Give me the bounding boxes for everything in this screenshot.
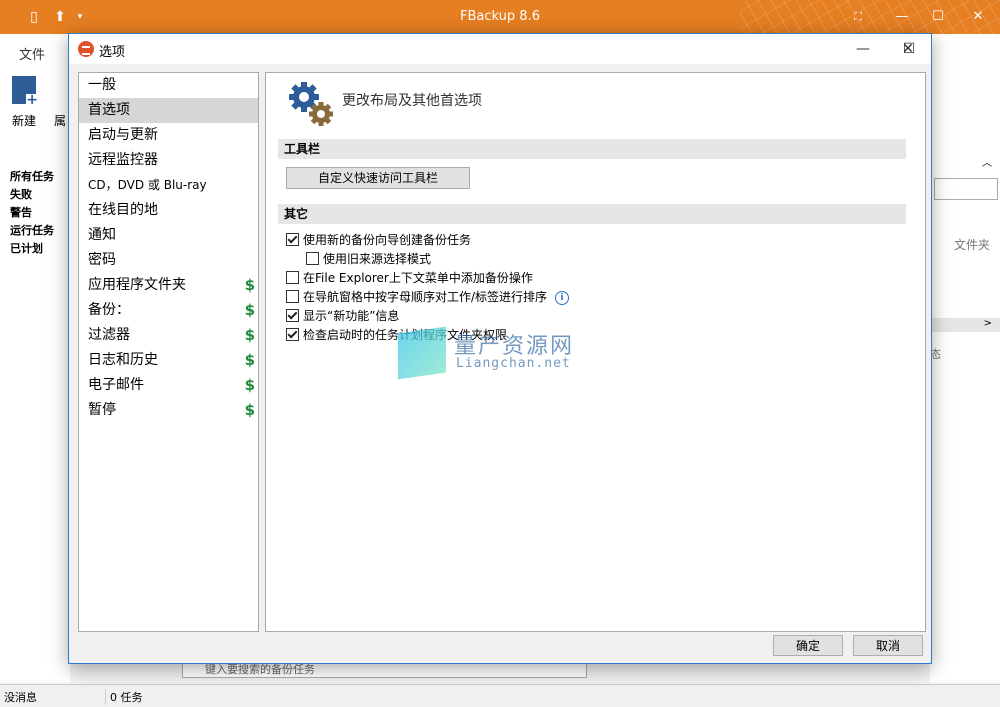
app-logo-icon [78, 41, 94, 57]
options-nav-list: 一般首选项启动与更新远程监控器 CD，DVD 或 Blu-ray 在线目的地通知密码… [78, 72, 259, 632]
option-explorer-menu-label: 在File Explorer上下文菜单中添加备份操作 [303, 271, 533, 285]
checkbox-whats-new[interactable] [286, 309, 299, 322]
filter-warnings[interactable]: 警告 [0, 204, 70, 222]
nav-item-6[interactable]: 通知 [79, 223, 258, 248]
right-panel: ︿ 文件夹 > 态 [930, 158, 1000, 683]
option-explorer-menu[interactable]: 在File Explorer上下文菜单中添加备份操作 [286, 269, 533, 287]
nav-item-11[interactable]: 日志和历史 $ [79, 348, 258, 373]
nav-item-label: 过滤器 [88, 327, 130, 343]
ok-button[interactable]: 确定 [773, 635, 843, 656]
column-folder: 文件夹 [954, 238, 991, 252]
properties-label[interactable]: 属 [54, 112, 66, 129]
right-scroll-row[interactable]: > [930, 318, 1000, 332]
main-titlebar: ▯ ⬆ ▾ FBackup 8.6 ⛶ — ☐ ✕ [0, 0, 1000, 34]
watermark-url: Liangchan.net [456, 356, 571, 371]
nav-item-label: 远程监控器 [88, 152, 158, 168]
option-new-wizard[interactable]: 使用新的备份向导创建备份任务 [286, 231, 471, 249]
checkbox-scheduler-permissions[interactable] [286, 328, 299, 341]
option-sort-alpha-label: 在导航窗格中按字母顺序对工作/标签进行排序 [303, 290, 548, 304]
option-new-wizard-label: 使用新的备份向导创建备份任务 [303, 233, 472, 247]
dialog-minimize-button[interactable]: — [840, 34, 886, 64]
dialog-titlebar: 选项 — ☐ [69, 34, 931, 64]
new-backup-icon[interactable] [12, 76, 38, 106]
watermark-logo-icon [398, 326, 446, 380]
nav-item-8[interactable]: 应用程序文件夹 $ [79, 273, 258, 298]
dialog-title: 选项 [99, 45, 126, 60]
status-task-count: 0 任务 [105, 689, 143, 705]
nav-item-2[interactable]: 启动与更新 [79, 123, 258, 148]
nav-item-label: 暂停 [88, 402, 116, 418]
nav-item-12[interactable]: 电子邮件 $ [79, 373, 258, 398]
status-bar: 没消息 0 任务 [0, 684, 1000, 707]
nav-item-label: 通知 [88, 227, 116, 243]
nav-item-label: 电子邮件 [88, 377, 144, 393]
option-whats-new[interactable]: 显示“新功能”信息 [286, 307, 399, 325]
option-sort-alpha[interactable]: 在导航窗格中按字母顺序对工作/标签进行排序 i [286, 288, 570, 306]
dollar-icon: $ [244, 376, 255, 394]
dollar-icon: $ [244, 276, 255, 294]
checkbox-legacy-source[interactable] [306, 252, 319, 265]
cancel-button[interactable]: 取消 [853, 635, 923, 656]
filter-scheduled[interactable]: 已计划 [0, 240, 70, 258]
nav-item-5[interactable]: 在线目的地 [79, 198, 258, 223]
tab-file[interactable]: 文件 [19, 44, 45, 63]
watermark: 量产资源网 Liangchan.net [398, 326, 608, 380]
toolbar-section-header: 工具栏 [278, 139, 906, 159]
dialog-close-button[interactable]: ✕ [885, 34, 931, 64]
nav-item-label: 日志和历史 [88, 352, 158, 368]
nav-item-label: 一般 [88, 77, 116, 93]
nav-item-label: CD，DVD 或 Blu-ray [88, 178, 207, 192]
option-legacy-source[interactable]: 使用旧来源选择模式 [306, 250, 431, 268]
right-search-box[interactable] [934, 178, 998, 200]
nav-item-10[interactable]: 过滤器 $ [79, 323, 258, 348]
nav-item-13[interactable]: 暂停 $ [79, 398, 258, 423]
search-placeholder: 键入要搜索的备份任务 [205, 663, 315, 676]
dollar-icon: $ [244, 401, 255, 419]
nav-item-7[interactable]: 密码 [79, 248, 258, 273]
checkbox-sort-alpha[interactable] [286, 290, 299, 303]
task-filter-panel: 所有任务 失败 警告 运行任务 已计划 [0, 168, 70, 683]
nav-item-label: 首选项 [88, 102, 130, 118]
filter-failed[interactable]: 失败 [0, 186, 70, 204]
info-icon[interactable]: i [555, 290, 570, 305]
nav-item-4[interactable]: CD，DVD 或 Blu-ray [79, 173, 258, 198]
option-whats-new-label: 显示“新功能”信息 [303, 309, 400, 323]
status-message: 没消息 [4, 691, 37, 704]
other-section-header: 其它 [278, 204, 906, 224]
nav-item-3[interactable]: 远程监控器 [79, 148, 258, 173]
dollar-icon: $ [244, 351, 255, 369]
maximize-button[interactable]: ☐ [916, 0, 960, 34]
customize-quick-access-button[interactable]: 自定义快速访问工具栏 [286, 167, 470, 189]
new-backup-label[interactable]: 新建 [12, 112, 36, 129]
nav-item-label: 密码 [88, 252, 116, 268]
right-collapse-icon[interactable]: ︿ [982, 154, 992, 169]
preferences-heading: 更改布局及其他首选项 [342, 93, 482, 109]
nav-item-9[interactable]: 备份： $ [79, 298, 258, 323]
fullscreen-icon[interactable]: ⛶ [836, 0, 880, 34]
filter-all-tasks[interactable]: 所有任务 [0, 168, 70, 186]
nav-item-label: 备份： [88, 302, 130, 318]
nav-item-label: 应用程序文件夹 [88, 277, 186, 293]
close-button[interactable]: ✕ [956, 0, 1000, 34]
gears-icon [289, 82, 333, 126]
dollar-icon: $ [244, 326, 255, 344]
checkbox-explorer-menu[interactable] [286, 271, 299, 284]
filter-running[interactable]: 运行任务 [0, 222, 70, 240]
nav-item-label: 启动与更新 [88, 127, 158, 143]
checkbox-new-wizard[interactable] [286, 233, 299, 246]
nav-item-1[interactable]: 首选项 [79, 98, 258, 123]
dollar-icon: $ [244, 301, 255, 319]
nav-item-0[interactable]: 一般 [79, 73, 258, 98]
option-legacy-source-label: 使用旧来源选择模式 [323, 252, 432, 266]
nav-item-label: 在线目的地 [88, 202, 158, 218]
